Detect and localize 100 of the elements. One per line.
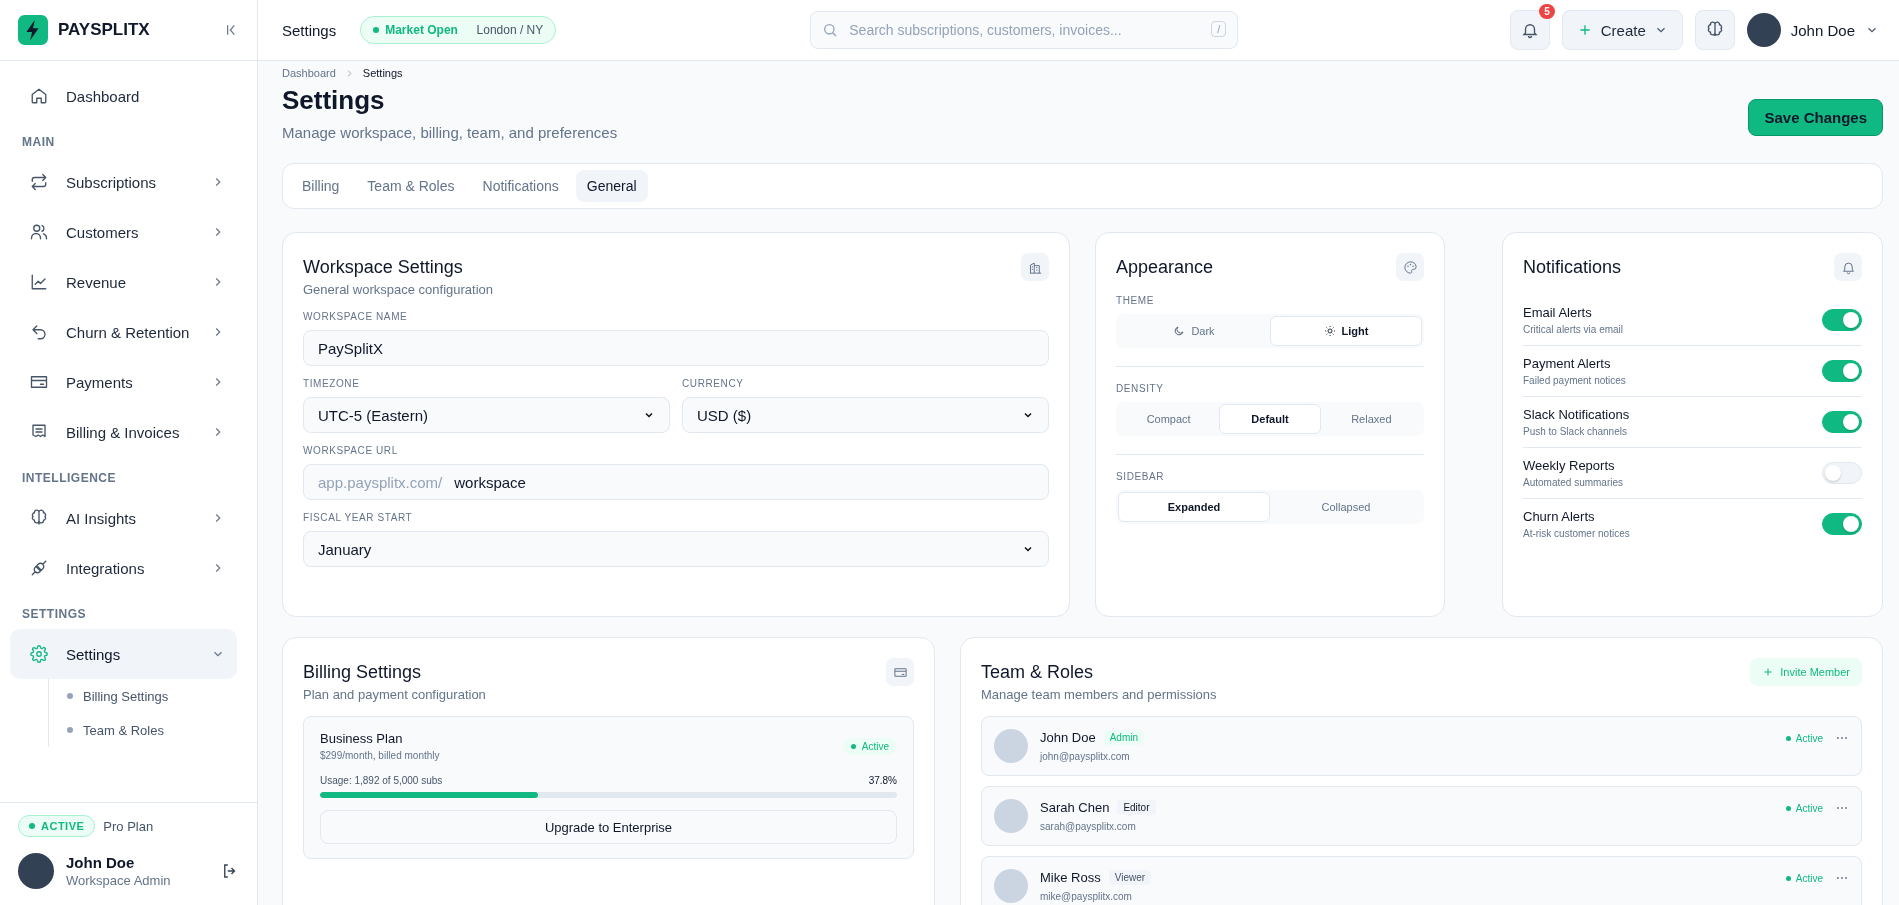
fiscal-year-select[interactable]: January	[303, 531, 1049, 567]
segment-option[interactable]: Dark	[1118, 316, 1270, 346]
tab[interactable]: Team & Roles	[356, 170, 466, 202]
card-title: Workspace Settings	[303, 257, 464, 278]
setting-description: Critical alerts via email	[1523, 324, 1624, 335]
nav-item[interactable]: Subscriptions	[10, 157, 237, 207]
setting-description: Failed payment notices	[1523, 375, 1626, 386]
tab[interactable]: General	[575, 170, 648, 202]
sub-nav-item[interactable]: Billing Settings	[67, 679, 237, 713]
nav-item[interactable]: Billing & Invoices	[10, 407, 237, 457]
avatar	[994, 869, 1028, 903]
create-button[interactable]: Create	[1561, 10, 1683, 50]
bell-icon	[1834, 253, 1862, 281]
toggle-switch[interactable]	[1822, 411, 1862, 433]
brand-name: PAYSPLITX	[58, 20, 151, 40]
group-label: SIDEBAR	[1116, 471, 1166, 482]
timezone-select[interactable]: UTC-5 (Eastern)	[303, 397, 670, 433]
field-label: TIMEZONE	[303, 378, 361, 389]
upgrade-button[interactable]: Upgrade to Enterprise	[320, 810, 897, 844]
line-chart-icon	[30, 273, 48, 291]
member-email: sarah@paysplitx.com	[1040, 821, 1137, 832]
page-subtitle: Manage workspace, billing, team, and preferences	[282, 124, 618, 141]
setting-name: Slack Notifications	[1523, 407, 1630, 422]
role-badge: Admin	[1103, 730, 1144, 745]
nav-item[interactable]: Payments	[10, 357, 237, 407]
segment-option[interactable]: Relaxed	[1320, 404, 1422, 434]
settings-icon	[30, 645, 48, 663]
member-email: mike@paysplitx.com	[1040, 891, 1133, 902]
card-title: Billing Settings	[303, 662, 423, 683]
people-icon	[30, 223, 48, 241]
card-title: Appearance	[1116, 257, 1214, 278]
member-name: Mike Ross	[1040, 870, 1101, 885]
plan-price: $299/month, billed monthly	[320, 750, 440, 761]
segment-option[interactable]: Default	[1219, 404, 1321, 434]
group-label: THEME	[1116, 295, 1155, 306]
avatar	[994, 729, 1028, 763]
home-icon	[30, 87, 48, 105]
market-status-badge: Market Open London / NY	[360, 16, 557, 44]
segment-option[interactable]: Light	[1270, 316, 1422, 346]
toggle-switch[interactable]	[1822, 360, 1862, 382]
setting-description: Automated summaries	[1523, 477, 1624, 488]
member-status: Active	[1785, 873, 1823, 884]
nav-section-label: MAIN	[21, 134, 56, 151]
group-label: DENSITY	[1116, 383, 1165, 394]
status-badge: ACTIVE	[18, 815, 96, 837]
notification-count-badge: 5	[1539, 4, 1555, 19]
save-button[interactable]: Save Changes	[1748, 99, 1883, 136]
toggle-switch[interactable]	[1822, 513, 1862, 535]
ai-button[interactable]	[1694, 10, 1735, 50]
search-icon	[822, 22, 839, 38]
page-heading: Settings	[282, 85, 386, 116]
field-label: CURRENCY	[682, 378, 745, 389]
field-label: WORKSPACE NAME	[303, 311, 409, 322]
usage-text: Usage: 1,892 of 5,000 subs	[320, 775, 443, 786]
user-name: John Doe	[66, 854, 136, 871]
card-icon	[886, 658, 914, 686]
usage-percent: 37.8%	[868, 775, 897, 786]
brain-icon	[1705, 21, 1724, 39]
nav-item[interactable]: AI Insights	[10, 493, 237, 543]
avatar	[994, 799, 1028, 833]
status-badge: Active	[842, 737, 897, 755]
nav-item[interactable]: Revenue	[10, 257, 237, 307]
segment-option[interactable]: Compact	[1118, 404, 1220, 434]
workspace-url-field[interactable]: app.paysplitx.com/ workspace	[303, 464, 1049, 500]
sun-icon	[1323, 325, 1336, 337]
workspace-name-field[interactable]: PaySplitX	[303, 330, 1049, 366]
member-status: Active	[1785, 803, 1823, 814]
nav-item[interactable]: Dashboard	[10, 71, 237, 121]
member-email: john@paysplitx.com	[1040, 751, 1131, 762]
segment-option[interactable]: Collapsed	[1270, 492, 1422, 522]
member-name: Sarah Chen	[1040, 800, 1110, 815]
card-subtitle: Manage team members and permissions	[981, 687, 1217, 702]
user-role: Workspace Admin	[66, 873, 172, 888]
shortcut-key: /	[1211, 21, 1227, 37]
card-title: Notifications	[1523, 257, 1622, 278]
tab[interactable]: Notifications	[471, 170, 570, 202]
undo-arrow-icon	[30, 323, 48, 341]
segment-option[interactable]: Expanded	[1118, 492, 1270, 522]
nav-item[interactable]: Integrations	[10, 543, 237, 593]
setting-name: Churn Alerts	[1523, 509, 1596, 524]
tab[interactable]: Billing	[291, 170, 351, 202]
sub-nav-item[interactable]: Team & Roles	[67, 713, 237, 747]
bell-icon	[1520, 21, 1539, 39]
currency-select[interactable]: USD ($)	[682, 397, 1049, 433]
user-menu[interactable]: John Doe	[1746, 13, 1879, 47]
page-title: Settings	[282, 21, 337, 39]
nav-item[interactable]: Churn & Retention	[10, 307, 237, 357]
avatar	[1746, 13, 1781, 47]
card-icon	[30, 373, 48, 391]
logo-icon	[18, 15, 48, 45]
moon-icon	[1173, 325, 1186, 337]
member-name: John Doe	[1040, 730, 1096, 745]
toggle-switch[interactable]	[1822, 309, 1862, 331]
breadcrumb-item[interactable]: Dashboard	[282, 67, 336, 79]
nav-item[interactable]: Settings	[10, 629, 237, 679]
setting-name: Weekly Reports	[1523, 458, 1616, 473]
plus-icon	[1762, 666, 1775, 678]
field-label: WORKSPACE URL	[303, 445, 399, 456]
nav-item[interactable]: Customers	[10, 207, 237, 257]
avatar	[18, 853, 54, 889]
